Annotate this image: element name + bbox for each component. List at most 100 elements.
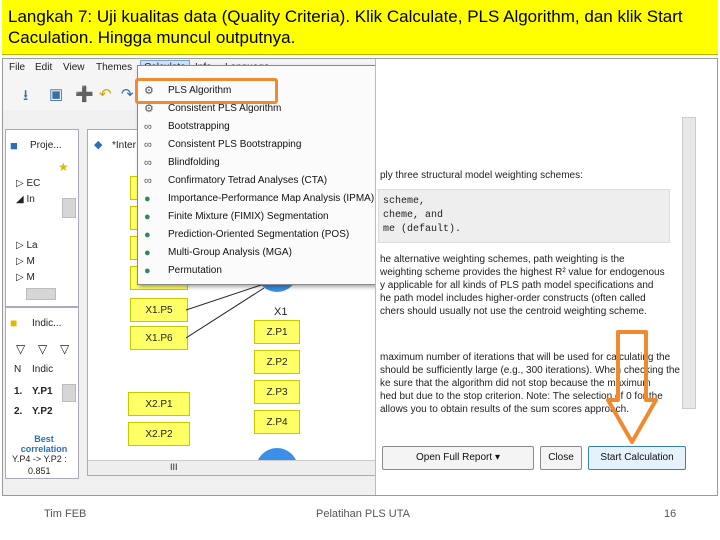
tree-item-label: In [26,194,35,205]
tree-item[interactable]: ▷ EC [16,178,40,189]
folder-icon: ■ [10,138,18,153]
download-icon[interactable]: ⭳ [23,85,28,110]
menu-themes[interactable]: Themes [96,62,132,73]
best-correlation-label: Best correlation [20,434,68,454]
path-arrows [186,283,265,339]
add-node-icon[interactable]: ➕ [75,85,94,103]
model-tab[interactable]: *Inter [112,140,136,151]
filter-icon[interactable]: ▽ [60,342,69,356]
indicator-box[interactable]: X1.P5 [130,298,188,322]
menu-edit[interactable]: Edit [35,62,52,73]
tree-item-label: M [26,272,35,283]
horizontal-scrollbar[interactable]: III [88,460,376,475]
star-icon[interactable]: ★ [58,160,69,174]
table-row-indicator[interactable]: Y.P1 [32,386,53,397]
menu-item-label: Multi-Group Analysis (MGA) [168,247,292,258]
globe-icon: ● [144,265,151,277]
indicators-tab[interactable]: Indic... [32,318,61,329]
button-label: Close [548,452,574,463]
indicator-panel-icon: ■ [10,316,18,330]
menu-item-pos[interactable]: ● Prediction-Oriented Segmentation (POS) [138,226,376,244]
project-explorer-panel: ■ Proje... ★ ▷ EC ◢ In ▷ La ▷ M ▷ M [5,129,79,307]
loop-icon: ∞ [144,157,152,169]
indicator-label: Z.P3 [266,387,288,398]
menu-item-label: Importance-Performance Map Analysis (IPM… [168,193,375,204]
menu-view[interactable]: View [63,62,85,73]
indicator-label: X1.P5 [145,305,173,316]
construct-label: X1 [274,306,288,318]
undo-icon[interactable]: ↶ [99,85,112,103]
slide-title: Langkah 7: Uji kualitas data (Quality Cr… [8,7,683,47]
table-row-no: 1. [14,386,23,397]
menu-item-label: Permutation [168,265,222,276]
menu-item-mga[interactable]: ● Multi-Group Analysis (MGA) [138,244,376,262]
close-button[interactable]: Close [540,446,582,470]
loop-icon: ∞ [144,139,152,151]
tree-item[interactable]: ▷ M [16,256,35,267]
button-label: Open Full Report [416,452,493,463]
tree-item-label: La [26,240,38,251]
redo-icon[interactable]: ↷ [121,85,134,103]
filter-icon[interactable]: ▽ [16,342,25,356]
dialog-scrollbar[interactable] [682,117,696,409]
pls-algorithm-highlight [135,78,278,104]
indicator-label: Z.P1 [266,327,288,338]
slide-title-bar: Langkah 7: Uji kualitas data (Quality Cr… [2,0,718,55]
menu-item-consistent-bootstrapping[interactable]: ∞ Consistent PLS Bootstrapping [138,136,376,154]
footer-event: Pelatihan PLS UTA [316,508,410,520]
loop-icon: ∞ [144,121,152,133]
button-label: Start Calculation [600,452,674,463]
globe-icon: ● [144,247,151,259]
menu-item-blindfolding[interactable]: ∞ Blindfolding [138,154,376,172]
pls-algorithm-dialog: ply three structural model weighting sch… [375,59,717,495]
menu-item-permutation[interactable]: ● Permutation [138,262,376,280]
dialog-text: ply three structural model weighting sch… [380,170,583,181]
table-row-indicator[interactable]: Y.P2 [32,406,53,417]
globe-icon: ● [144,211,151,223]
start-calculation-button[interactable]: Start Calculation [588,446,686,470]
indicator-label: X2.P2 [145,429,173,440]
indicator-box[interactable]: X2.P1 [128,392,190,416]
menu-item-label: Finite Mixture (FIMIX) Segmentation [168,211,329,222]
indicator-box[interactable]: X1.P6 [130,326,188,350]
indicator-box[interactable]: X2.P2 [128,422,190,446]
new-project-icon[interactable]: ▣ [49,85,63,103]
loop-icon: ∞ [144,175,152,187]
dialog-text: chers should usually not use the centroi… [380,306,647,317]
filter-icon[interactable]: ▽ [38,342,47,356]
dialog-text: he alternative weighting schemes, path w… [380,254,625,265]
best-correlation-pair: Y.P4 -> Y.P2 : [12,454,67,464]
vertical-scrollbar[interactable] [62,198,76,218]
menu-item-label: Confirmatory Tetrad Analyses (CTA) [168,175,328,186]
menu-item-cta[interactable]: ∞ Confirmatory Tetrad Analyses (CTA) [138,172,376,190]
indicator-box[interactable]: Z.P4 [254,410,300,434]
indicator-box[interactable]: Z.P3 [254,380,300,404]
project-tab[interactable]: Proje... [30,140,62,151]
tree-item[interactable]: ▷ La [16,240,38,251]
dialog-text: he path model includes higher-order cons… [380,293,646,304]
code-line: me (default). [383,224,462,235]
indicators-panel: ■ Indic... ▽ ▽ ▽ N Indic 1. Y.P1 2. Y.P2… [5,307,79,479]
tree-item[interactable]: ▷ M [16,272,35,283]
menu-item-label: Consistent PLS Bootstrapping [168,139,302,150]
dialog-text: y applicable for all kinds of PLS path m… [380,280,654,291]
globe-icon: ● [144,229,151,241]
scroll-thumb-label: III [170,462,178,472]
open-full-report-button[interactable]: Open Full Report ▾ [382,446,534,470]
menu-item-bootstrapping[interactable]: ∞ Bootstrapping [138,118,376,136]
dialog-text: weighting scheme provides the highest R²… [380,267,665,278]
table-row-no: 2. [14,406,23,417]
menu-item-label: Bootstrapping [168,121,230,132]
horizontal-scrollbar[interactable] [26,288,56,300]
vertical-scrollbar[interactable] [62,384,76,402]
indicator-label: X2.P1 [145,399,173,410]
code-line: scheme, [383,196,426,207]
menu-item-label: Prediction-Oriented Segmentation (POS) [168,229,350,240]
indicator-box[interactable]: Z.P2 [254,350,300,374]
menu-item-fimix[interactable]: ● Finite Mixture (FIMIX) Segmentation [138,208,376,226]
tree-item[interactable]: ◢ In [16,194,35,205]
menu-item-ipma[interactable]: ● Importance-Performance Map Analysis (IP… [138,190,376,208]
menu-file[interactable]: File [9,62,25,73]
model-tab-icon: ◆ [94,139,103,151]
dialog-text: allows you to obtain results of the sum … [380,404,630,415]
